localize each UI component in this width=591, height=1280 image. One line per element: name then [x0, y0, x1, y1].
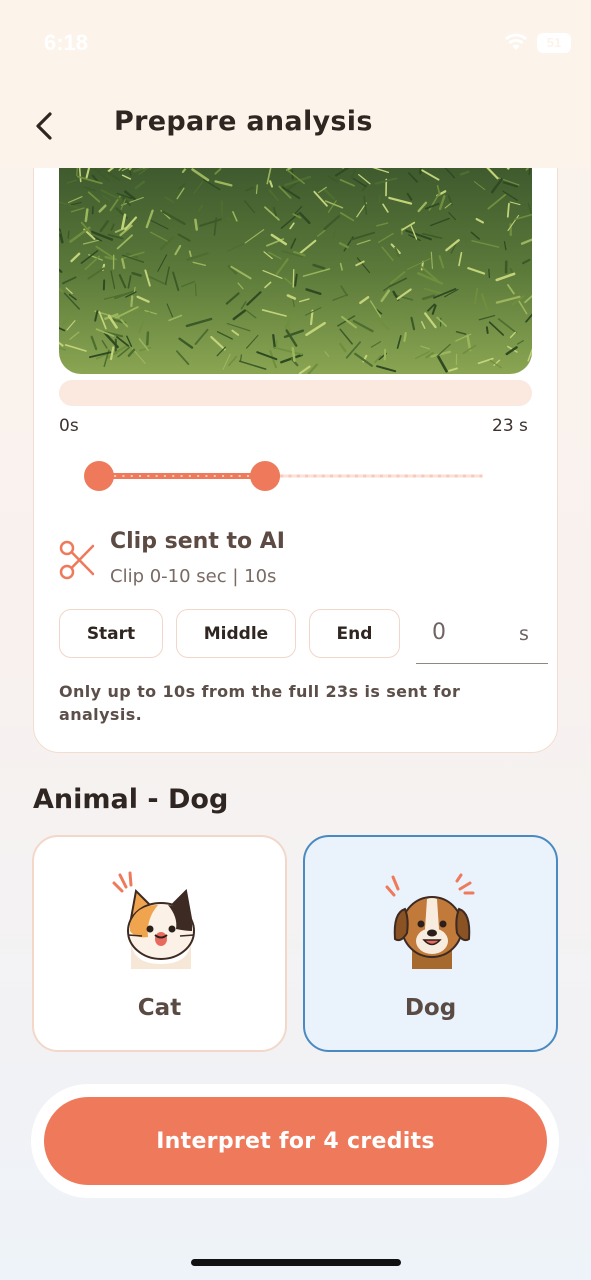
grass-blade [67, 230, 70, 239]
grass-blade [84, 208, 89, 223]
grass-blade [403, 331, 407, 342]
nav-bar-extension [0, 150, 591, 168]
offset-unit: s [519, 623, 529, 645]
slider-tick [363, 474, 367, 478]
slider-tick [421, 474, 425, 478]
interpret-button[interactable]: Interpret for 4 credits [44, 1097, 547, 1185]
offset-seconds-input[interactable]: 0 s [416, 612, 548, 664]
slider-tick [180, 475, 183, 477]
dog-label: Dog [404, 995, 457, 1021]
grass-blade [292, 268, 295, 288]
offset-value[interactable]: 0 [432, 620, 446, 645]
back-button[interactable] [28, 108, 64, 144]
end-button[interactable]: End [309, 609, 400, 658]
grass-blade [130, 295, 134, 308]
start-button[interactable]: Start [59, 609, 163, 658]
home-indicator[interactable] [191, 1259, 401, 1266]
video-end-label: 23 s [492, 416, 528, 436]
slider-tick [130, 475, 133, 477]
grass-blade [488, 268, 490, 279]
slider-tick [147, 475, 150, 477]
grass-blade [194, 283, 197, 297]
battery-icon: 51 [537, 33, 571, 53]
grass-blade [146, 331, 150, 346]
grass-blade [506, 202, 510, 218]
slider-tick [197, 475, 200, 477]
slider-tick [139, 475, 142, 477]
slider-tick [462, 474, 466, 478]
wifi-icon [505, 33, 527, 50]
slider-tick [346, 474, 350, 478]
slider-tick [205, 475, 208, 477]
slider-tick [371, 474, 375, 478]
middle-button[interactable]: Middle [176, 609, 296, 658]
slider-tick [172, 475, 175, 477]
video-start-label: 0s [59, 416, 79, 436]
slider-tick [188, 475, 191, 477]
info-text: Only up to 10s from the full 23s is sent… [59, 682, 461, 724]
slider-tick [388, 474, 392, 478]
slider-tick [321, 474, 325, 478]
grass-blade [291, 346, 296, 363]
slider-tick [288, 474, 292, 478]
cat-icon [112, 871, 195, 969]
slider-tick [454, 474, 458, 478]
slider-tick [114, 475, 117, 477]
slider-tick [280, 474, 284, 478]
slider-tick [354, 474, 358, 478]
slider-tick [305, 474, 309, 478]
clip-title: Clip sent to AI [110, 529, 285, 554]
slider-tick [313, 474, 317, 478]
clip-subtitle: Clip 0-10 sec | 10s [110, 566, 277, 587]
slider-tick [155, 475, 158, 477]
slider-tick [222, 475, 225, 477]
scissors-icon [59, 540, 95, 580]
slider-tick [213, 475, 216, 477]
slider-tick [330, 474, 334, 478]
grass-blade [485, 326, 489, 334]
slider-tick [396, 474, 400, 478]
slider-tick [437, 474, 441, 478]
slider-start-handle [84, 461, 114, 491]
grass-blade [188, 250, 192, 258]
video-preview[interactable] [59, 168, 532, 374]
slider-tick [296, 474, 300, 478]
dog-icon [385, 873, 475, 969]
slider-tick [163, 475, 166, 477]
slider-tick [479, 474, 483, 478]
clip-range-slider[interactable] [84, 458, 496, 494]
slider-tick [238, 475, 241, 477]
video-progress-track[interactable] [59, 380, 532, 406]
slider-tick [122, 475, 125, 477]
slider-tick [230, 475, 233, 477]
slider-tick [429, 474, 433, 478]
grass-blade [194, 218, 198, 231]
dog-option-card[interactable]: Dog [303, 835, 558, 1052]
slider-tick [413, 474, 417, 478]
cat-label: Cat [137, 995, 182, 1021]
slider-tick [471, 474, 475, 478]
slider-tick [446, 474, 450, 478]
slider-tick [379, 474, 383, 478]
grass-blade [255, 184, 258, 195]
status-bar: 6:18 51 [0, 0, 591, 86]
slider-tick [246, 475, 249, 477]
status-time: 6:18 [44, 30, 89, 55]
slider-tick [404, 474, 408, 478]
cat-option-card[interactable]: Cat [32, 835, 287, 1052]
grass-blade [272, 334, 276, 349]
page-title: Prepare analysis [114, 106, 373, 137]
slider-tick [338, 474, 342, 478]
section-title: Animal - Dog [33, 784, 229, 815]
slider-end-handle [250, 461, 281, 491]
